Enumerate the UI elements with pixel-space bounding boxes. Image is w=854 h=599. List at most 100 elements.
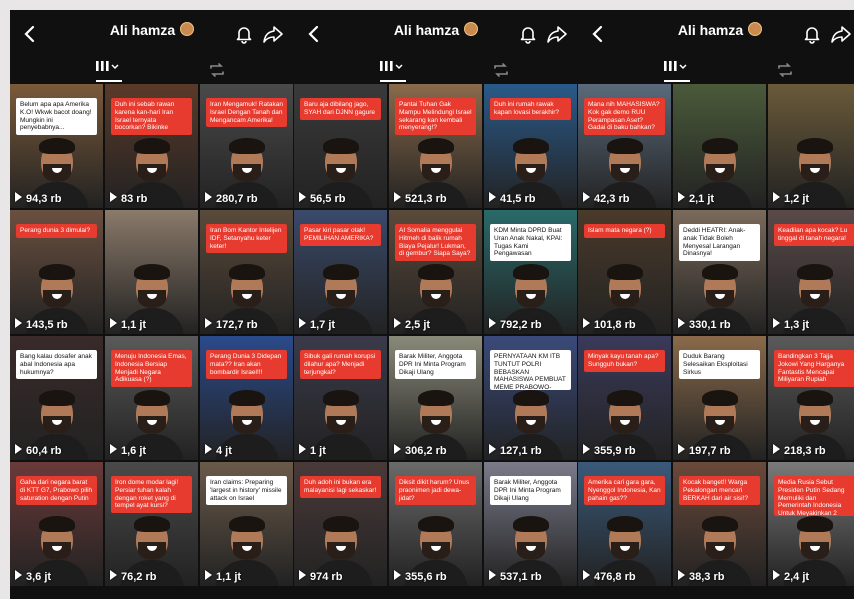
view-count-value: 1 jt bbox=[310, 445, 326, 457]
profile-name: Ali hamza bbox=[393, 22, 460, 38]
video-caption: Deddi HEATRI: Anak-anak Tidak Boleh Meny… bbox=[679, 224, 760, 262]
profile-panel: Ali hamza Mana nih MAHASISWA? Kok gak de… bbox=[578, 10, 854, 599]
video-thumbnail[interactable]: Duh ini rumah rawak kapan lovasi berakhi… bbox=[484, 84, 577, 208]
share-arrow-icon[interactable] bbox=[262, 24, 284, 44]
view-count: 3,6 jt bbox=[15, 570, 51, 583]
video-caption: Diksit dikit harum? Unus praonimen jadi … bbox=[395, 476, 476, 506]
video-thumbnail[interactable]: AI Somalia menggulai Hitmeh di balik rum… bbox=[389, 210, 482, 334]
play-icon bbox=[15, 570, 22, 580]
video-caption: Perang Dunia 3 Didepan mata?? Iran akan … bbox=[206, 350, 287, 380]
view-count-value: 974 rb bbox=[310, 571, 343, 583]
view-count: 306,2 rb bbox=[394, 444, 447, 457]
video-caption: Gaha dari negara barat di KTT G7, Prabow… bbox=[16, 476, 97, 506]
view-count-value: 60,4 rb bbox=[26, 445, 62, 457]
video-grid: Baru aja dibilang jago, SYAH dari DJNN g… bbox=[294, 84, 578, 586]
video-thumbnail[interactable]: KDM Minta DPRD Buat Uran Anak Nakal, KPA… bbox=[484, 210, 577, 334]
view-count-value: 1,6 jt bbox=[121, 445, 147, 457]
profile-name: Ali hamza bbox=[109, 22, 176, 38]
play-icon bbox=[205, 444, 212, 454]
view-count: 41,5 rb bbox=[489, 192, 535, 205]
video-thumbnail[interactable]: Diksit dikit harum? Unus praonimen jadi … bbox=[389, 462, 482, 586]
share-arrow-icon[interactable] bbox=[830, 24, 852, 44]
video-thumbnail[interactable]: Media Rusia Sebut Presiden Putin Sedang … bbox=[768, 462, 854, 586]
repost-icon[interactable] bbox=[491, 60, 511, 80]
bell-icon[interactable] bbox=[234, 24, 254, 44]
video-thumbnail[interactable]: Baru aja dibilang jago, SYAH dari DJNN g… bbox=[294, 84, 387, 208]
video-caption: Baru aja dibilang jago, SYAH dari DJNN g… bbox=[300, 98, 381, 120]
video-caption: Iran Bom Kantor Intelijen IDF, Setanyahu… bbox=[206, 224, 287, 254]
bell-icon[interactable] bbox=[518, 24, 538, 44]
video-thumbnail[interactable]: Minyak kayu tanah apa? Sungguh bukan? 35… bbox=[578, 336, 671, 460]
view-count-value: 83 rb bbox=[121, 193, 148, 205]
video-caption: Pantai Tuhan Gak Mampu Melindungi Israel… bbox=[395, 98, 476, 136]
play-icon bbox=[15, 444, 22, 454]
video-thumbnail[interactable]: Bandingkan 3 Tajja Jokowi Yang Harganya … bbox=[768, 336, 854, 460]
man-face-emoji-icon bbox=[464, 22, 479, 36]
video-thumbnail[interactable]: Bang kalau dosafer anak abal Indonesia a… bbox=[10, 336, 103, 460]
video-caption: Minyak kayu tanah apa? Sungguh bukan? bbox=[584, 350, 665, 372]
view-count: 2,4 jt bbox=[773, 570, 809, 583]
view-count: 330,1 rb bbox=[678, 318, 731, 331]
bell-icon[interactable] bbox=[802, 24, 822, 44]
video-thumbnail[interactable]: Belum apa apa Amerika K.O! Wkwk bacot do… bbox=[10, 84, 103, 208]
view-count-value: 792,2 rb bbox=[500, 319, 542, 331]
video-thumbnail[interactable]: Kocak banget!! Warga Pekalongan mencari … bbox=[673, 462, 766, 586]
repost-icon[interactable] bbox=[207, 60, 227, 80]
view-count: 537,1 rb bbox=[489, 570, 542, 583]
video-thumbnail[interactable]: Perang dunia 3 dimulai? 143,5 rb bbox=[10, 210, 103, 334]
video-thumbnail[interactable]: Perang Dunia 3 Didepan mata?? Iran akan … bbox=[200, 336, 293, 460]
view-count-value: 94,3 rb bbox=[26, 193, 62, 205]
play-icon bbox=[583, 444, 590, 454]
video-thumbnail[interactable]: PERNYATAAN KM ITB TUNTUT POLRI BEBASKAN … bbox=[484, 336, 577, 460]
tab-videos[interactable] bbox=[662, 60, 702, 82]
man-face-emoji-icon bbox=[180, 22, 195, 36]
video-thumbnail[interactable]: Amerika cari gara gara, Nyenggol Indones… bbox=[578, 462, 671, 586]
tab-videos[interactable] bbox=[378, 60, 418, 82]
video-thumbnail[interactable]: Iron dome modar lagi! Persiar tuhan kala… bbox=[105, 462, 198, 586]
play-icon bbox=[583, 192, 590, 202]
repost-icon[interactable] bbox=[775, 60, 795, 80]
video-thumbnail[interactable]: Pasar kiri pasar otak! PEMILIHAN AMERIKA… bbox=[294, 210, 387, 334]
view-count: 2,5 jt bbox=[394, 318, 430, 331]
video-thumbnail[interactable]: Iran claims: Preparing 'largest in histo… bbox=[200, 462, 293, 586]
view-count-value: 197,7 rb bbox=[689, 445, 731, 457]
view-count-value: 3,6 jt bbox=[26, 571, 52, 583]
video-thumbnail[interactable]: Duh adoh ini bukan era malayanisi lagi s… bbox=[294, 462, 387, 586]
view-count-value: 1,1 jt bbox=[216, 571, 242, 583]
grid-icon bbox=[380, 61, 403, 71]
video-thumbnail[interactable]: Pantai Tuhan Gak Mampu Melindungi Israel… bbox=[389, 84, 482, 208]
video-caption: Iron dome modar lagi! Persiar tuhan kala… bbox=[111, 476, 192, 514]
video-thumbnail[interactable]: Islam mata negara (?) 101,8 rb bbox=[578, 210, 671, 334]
view-count-value: 306,2 rb bbox=[405, 445, 447, 457]
view-count: 1,3 jt bbox=[773, 318, 809, 331]
view-count: 197,7 rb bbox=[678, 444, 731, 457]
view-count-value: 1,7 jt bbox=[310, 319, 336, 331]
video-thumbnail[interactable]: Duduk Barang Selesaikan Eksploitasi Sirk… bbox=[673, 336, 766, 460]
play-icon bbox=[205, 570, 212, 580]
play-icon bbox=[489, 444, 496, 454]
view-count: 1,2 jt bbox=[773, 192, 809, 205]
video-caption: Kocak banget!! Warga Pekalongan mencari … bbox=[679, 476, 760, 506]
video-caption: Barak Militer, Anggota DPR Ini Minta Pro… bbox=[490, 476, 571, 506]
video-thumbnail[interactable]: 1,1 jt bbox=[105, 210, 198, 334]
video-thumbnail[interactable]: 1,2 jt bbox=[768, 84, 854, 208]
video-caption: KDM Minta DPRD Buat Uran Anak Nakal, KPA… bbox=[490, 224, 571, 262]
video-thumbnail[interactable]: Menuju Indonesia Emas, Indonesia Bersiap… bbox=[105, 336, 198, 460]
video-thumbnail[interactable]: Iran Mengamuk! Ratakan Israel Dengan Tan… bbox=[200, 84, 293, 208]
tab-videos[interactable] bbox=[94, 60, 134, 82]
video-thumbnail[interactable]: Barak Militer, Anggota DPR Ini Minta Pro… bbox=[389, 336, 482, 460]
video-thumbnail[interactable]: Keadilan apa kocak? Lu tinggal di tanah … bbox=[768, 210, 854, 334]
video-thumbnail[interactable]: Sibuk gali rumah korupsi dilahur apa? Me… bbox=[294, 336, 387, 460]
video-thumbnail[interactable]: Mana nih MAHASISWA? Kok gak demo RUU Per… bbox=[578, 84, 671, 208]
video-thumbnail[interactable]: Barak Militer, Anggota DPR Ini Minta Pro… bbox=[484, 462, 577, 586]
view-count: 355,6 rb bbox=[394, 570, 447, 583]
video-thumbnail[interactable]: Iran Bom Kantor Intelijen IDF, Setanyahu… bbox=[200, 210, 293, 334]
video-thumbnail[interactable]: Duh ini sebab rawan karena kan-hari Iran… bbox=[105, 84, 198, 208]
video-thumbnail[interactable]: 2,1 jt bbox=[673, 84, 766, 208]
video-thumbnail[interactable]: Deddi HEATRI: Anak-anak Tidak Boleh Meny… bbox=[673, 210, 766, 334]
view-count: 127,1 rb bbox=[489, 444, 542, 457]
share-arrow-icon[interactable] bbox=[546, 24, 568, 44]
video-caption: Bandingkan 3 Tajja Jokowi Yang Harganya … bbox=[774, 350, 854, 388]
video-thumbnail[interactable]: Gaha dari negara barat di KTT G7, Prabow… bbox=[10, 462, 103, 586]
view-count: 143,5 rb bbox=[15, 318, 68, 331]
